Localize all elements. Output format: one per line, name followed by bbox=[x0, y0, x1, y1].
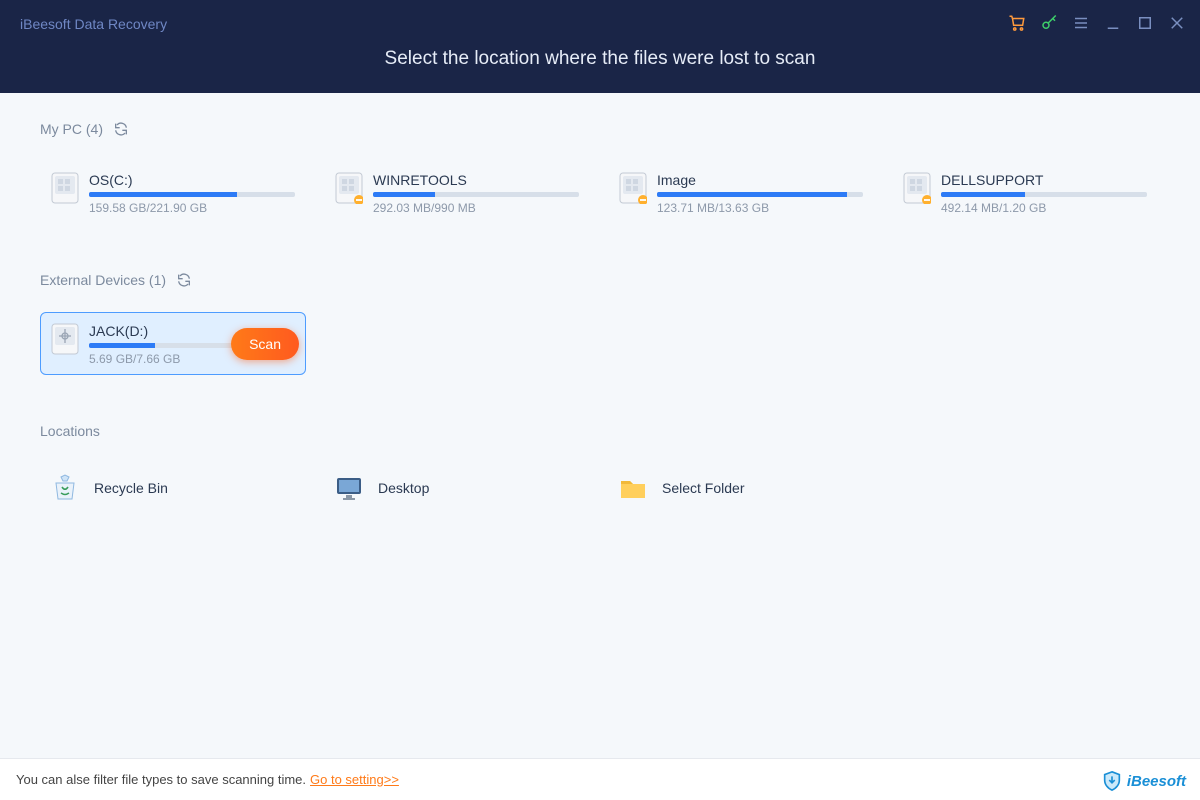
menu-icon[interactable] bbox=[1072, 14, 1090, 32]
hdd-icon bbox=[903, 172, 931, 204]
drive-card[interactable]: OS(C:) 159.58 GB/221.90 GB bbox=[40, 161, 306, 224]
external-drive-grid: JACK(D:) 5.69 GB/7.66 GB Scan bbox=[40, 312, 1160, 375]
location-label: Recycle Bin bbox=[94, 480, 168, 496]
refresh-my-pc-button[interactable] bbox=[113, 121, 129, 137]
location-label: Select Folder bbox=[662, 480, 744, 496]
section-my-pc-header: My PC (4) bbox=[40, 121, 1160, 137]
drive-usage-bar bbox=[941, 192, 1147, 197]
window-controls bbox=[1008, 14, 1186, 32]
drive-size: 159.58 GB/221.90 GB bbox=[89, 201, 295, 215]
drive-card[interactable]: JACK(D:) 5.69 GB/7.66 GB Scan bbox=[40, 312, 306, 375]
footer-bar: You can alse filter file types to save s… bbox=[0, 758, 1200, 800]
drive-name: OS(C:) bbox=[89, 172, 295, 188]
brand-logo: iBeesoft bbox=[1101, 770, 1186, 792]
scan-button[interactable]: Scan bbox=[231, 328, 299, 360]
pc-drive-grid: OS(C:) 159.58 GB/221.90 GB WINRETOOLS 29… bbox=[40, 161, 1160, 224]
close-icon[interactable] bbox=[1168, 14, 1186, 32]
key-icon[interactable] bbox=[1040, 14, 1058, 32]
location-label: Desktop bbox=[378, 480, 429, 496]
minimize-icon[interactable] bbox=[1104, 14, 1122, 32]
drive-body: WINRETOOLS 292.03 MB/990 MB bbox=[373, 172, 579, 215]
drive-usage-bar bbox=[373, 192, 579, 197]
drive-size: 123.71 MB/13.63 GB bbox=[657, 201, 863, 215]
recycle-icon bbox=[50, 473, 80, 503]
hdd-icon bbox=[51, 172, 79, 204]
drive-name: DELLSUPPORT bbox=[941, 172, 1147, 188]
drive-card[interactable]: Image 123.71 MB/13.63 GB bbox=[608, 161, 874, 224]
maximize-icon[interactable] bbox=[1136, 14, 1154, 32]
section-locations-label: Locations bbox=[40, 423, 100, 439]
drive-card[interactable]: DELLSUPPORT 492.14 MB/1.20 GB bbox=[892, 161, 1158, 224]
go-to-setting-link[interactable]: Go to setting>> bbox=[310, 772, 399, 787]
section-my-pc-label: My PC (4) bbox=[40, 121, 103, 137]
folder-icon bbox=[618, 473, 648, 503]
page-heading: Select the location where the files were… bbox=[0, 0, 1200, 70]
locations-grid: Recycle Bin Desktop Select Folder bbox=[40, 463, 1160, 513]
app-title: iBeesoft Data Recovery bbox=[20, 16, 167, 32]
section-external-label: External Devices (1) bbox=[40, 272, 166, 288]
desktop-icon bbox=[334, 473, 364, 503]
location-card[interactable]: Select Folder bbox=[608, 463, 874, 513]
drive-name: WINRETOOLS bbox=[373, 172, 579, 188]
drive-size: 492.14 MB/1.20 GB bbox=[941, 201, 1147, 215]
app-header: iBeesoft Data Recovery Select the locati… bbox=[0, 0, 1200, 93]
usb-drive-icon bbox=[51, 323, 79, 355]
drive-body: Image 123.71 MB/13.63 GB bbox=[657, 172, 863, 215]
cart-icon[interactable] bbox=[1008, 14, 1026, 32]
drive-name: Image bbox=[657, 172, 863, 188]
drive-body: DELLSUPPORT 492.14 MB/1.20 GB bbox=[941, 172, 1147, 215]
brand-text: iBeesoft bbox=[1127, 773, 1186, 790]
location-card[interactable]: Recycle Bin bbox=[40, 463, 306, 513]
hdd-icon bbox=[335, 172, 363, 204]
hdd-icon bbox=[619, 172, 647, 204]
footer-text: You can alse filter file types to save s… bbox=[16, 772, 306, 787]
drive-card[interactable]: WINRETOOLS 292.03 MB/990 MB bbox=[324, 161, 590, 224]
drive-usage-bar bbox=[89, 192, 295, 197]
refresh-external-button[interactable] bbox=[176, 272, 192, 288]
section-external-header: External Devices (1) bbox=[40, 272, 1160, 288]
section-locations-header: Locations bbox=[40, 423, 1160, 439]
drive-body: OS(C:) 159.58 GB/221.90 GB bbox=[89, 172, 295, 215]
location-card[interactable]: Desktop bbox=[324, 463, 590, 513]
drive-size: 292.03 MB/990 MB bbox=[373, 201, 579, 215]
drive-usage-bar bbox=[657, 192, 863, 197]
main-content: My PC (4) OS(C:) 159.58 GB/221.90 GB WIN… bbox=[0, 93, 1200, 513]
